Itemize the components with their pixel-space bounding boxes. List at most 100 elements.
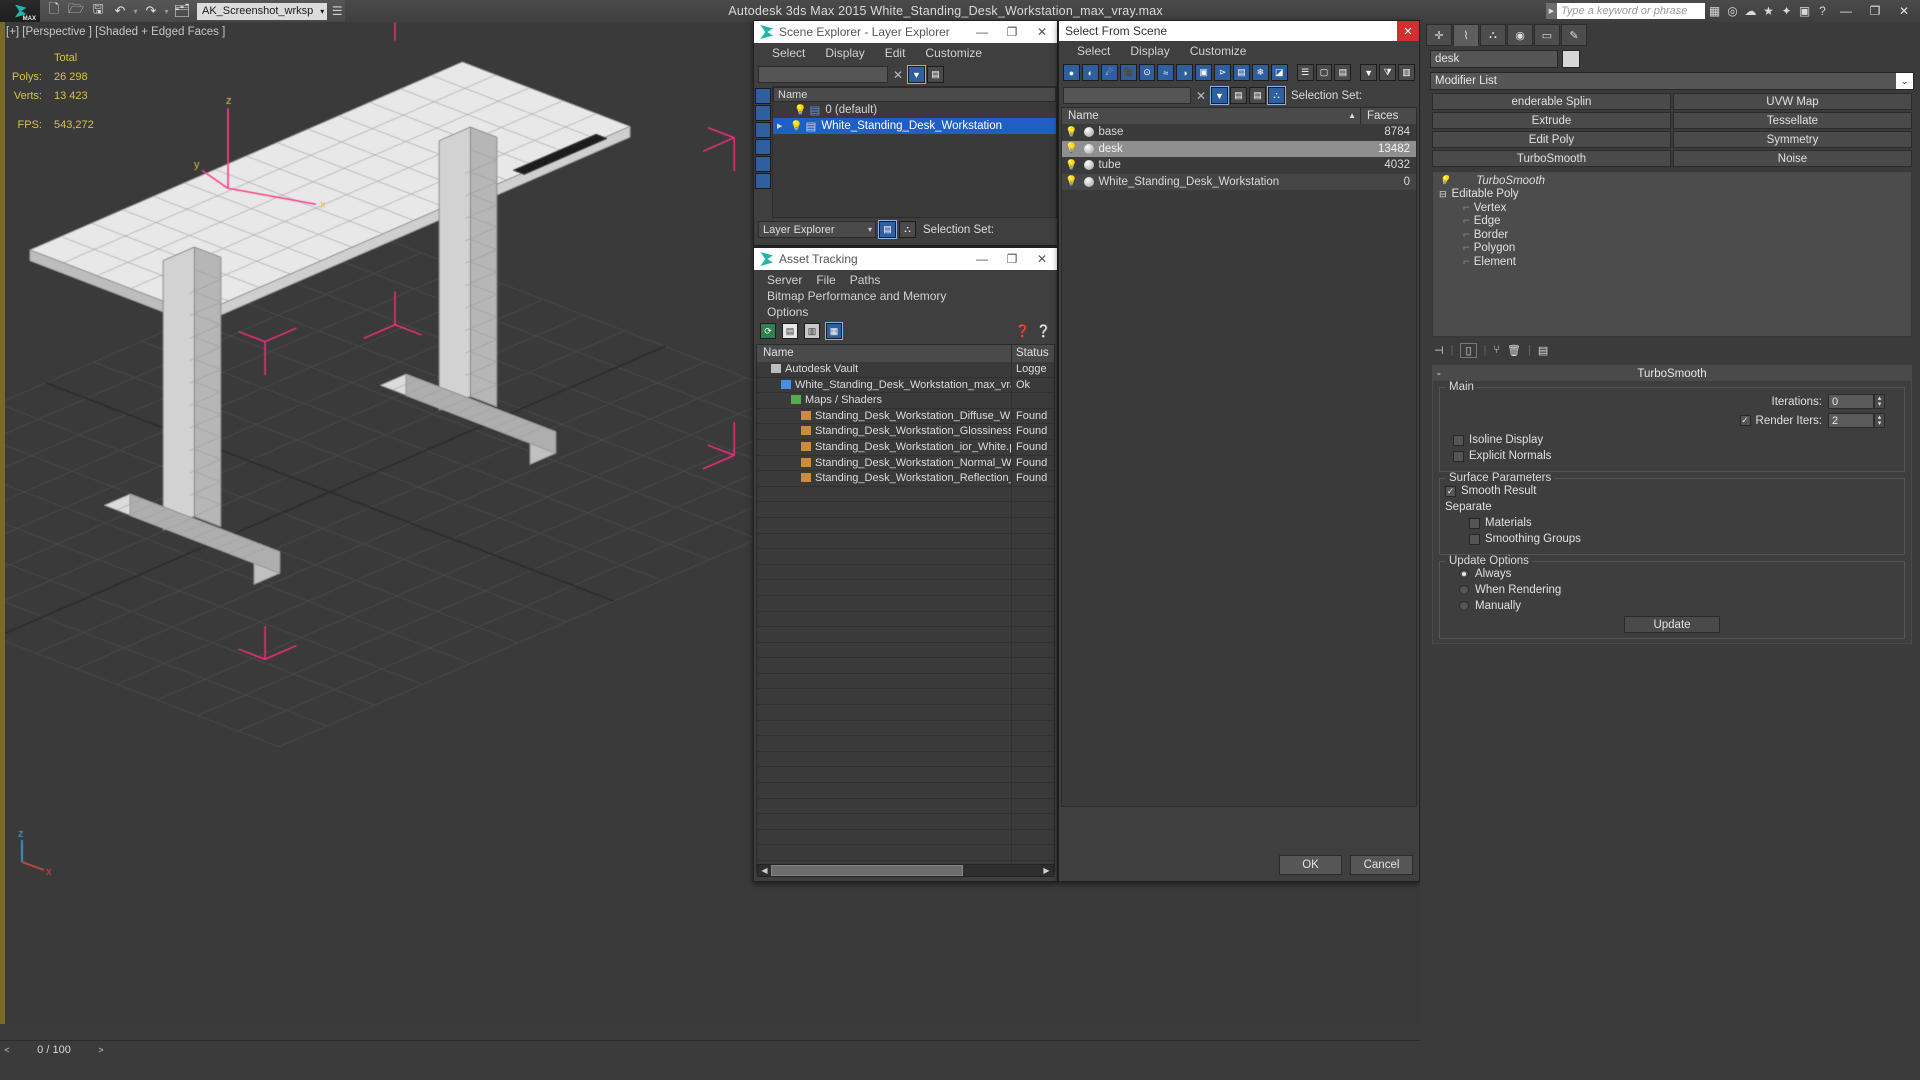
filter-toggle-icon[interactable]: ▼ bbox=[1210, 86, 1229, 105]
menu-bitmap-performance-and-memory[interactable]: Bitmap Performance and Memory bbox=[760, 288, 953, 304]
asset-table-horizontal-scrollbar[interactable]: ◀ ▶ bbox=[757, 864, 1054, 877]
display-groups-icon[interactable]: ◑ bbox=[1176, 64, 1194, 81]
scene-explorer-layer-list[interactable]: Name 💡 ▤ 0 (default) ▶ 💡 ▤ White_Standin… bbox=[772, 86, 1057, 218]
clear-search-icon[interactable]: ✕ bbox=[890, 68, 906, 82]
display-tab[interactable]: ▭ bbox=[1534, 24, 1560, 46]
asset-row-empty[interactable] bbox=[757, 845, 1054, 861]
close-button[interactable]: ✕ bbox=[1890, 0, 1918, 22]
turbosmooth-rollup-header[interactable]: - TurboSmooth bbox=[1433, 366, 1911, 381]
modifier-stack-entry[interactable]: ⊟ Editable Poly bbox=[1433, 188, 1911, 202]
asset-tracking-table[interactable]: Name Status Autodesk Vault Logge White_Sta… bbox=[756, 344, 1055, 873]
expand-all-icon[interactable]: ☰ bbox=[1296, 64, 1314, 81]
minimize-button[interactable]: — bbox=[967, 21, 997, 43]
modifier-stack-entry[interactable]: ⌐ Element bbox=[1433, 255, 1911, 269]
column-faces[interactable]: Faces bbox=[1361, 108, 1416, 124]
select-from-scene-title-bar[interactable]: Select From Scene ✕ bbox=[1059, 21, 1419, 41]
display-frozen-icon[interactable]: ❄ bbox=[1251, 64, 1269, 81]
asset-row-empty[interactable] bbox=[757, 736, 1054, 752]
explicit-normals-checkbox[interactable] bbox=[1453, 450, 1464, 462]
help-minus-icon[interactable]: ❔ bbox=[1036, 324, 1051, 338]
asset-row-empty[interactable] bbox=[757, 829, 1054, 846]
pin-stack-icon[interactable]: ⊣ bbox=[1434, 344, 1444, 357]
scene-explorer-search-input[interactable] bbox=[758, 66, 888, 83]
collapse-all-icon[interactable]: ▢ bbox=[1315, 64, 1333, 81]
utilities-tab[interactable]: ✎ bbox=[1561, 24, 1587, 46]
layer-row-selected[interactable]: ▶ 💡 ▤ White_Standing_Desk_Workstation bbox=[773, 118, 1056, 134]
motion-tab[interactable]: ◉ bbox=[1507, 24, 1533, 46]
update-option-manually[interactable]: Manually bbox=[1445, 600, 1899, 612]
viewport-label[interactable]: [+] [Perspective ] [Shaded + Edged Faces… bbox=[6, 26, 225, 38]
show-end-result-icon[interactable]: ▯ bbox=[1460, 342, 1477, 358]
explicit-normals-row[interactable]: Explicit Normals bbox=[1445, 450, 1899, 462]
restore-button[interactable]: ❐ bbox=[1861, 0, 1889, 22]
scene-explorer-window[interactable]: Scene Explorer - Layer Explorer — ❐ ✕ Se… bbox=[753, 20, 1058, 246]
modifier-button[interactable]: Edit Poly bbox=[1432, 131, 1671, 148]
modifier-stack-entry[interactable]: ⌐ Border bbox=[1433, 228, 1911, 242]
asset-row-empty[interactable] bbox=[757, 564, 1054, 581]
maximize-button[interactable]: ❐ bbox=[997, 248, 1027, 270]
iterations-spinner[interactable]: ▴ ▾ bbox=[1874, 394, 1885, 409]
select-from-scene-dialog[interactable]: Select From Scene ✕ Select Display Custo… bbox=[1058, 20, 1420, 882]
object-name-input[interactable]: desk bbox=[1430, 50, 1558, 68]
asset-row-empty[interactable] bbox=[757, 580, 1054, 596]
scroll-left-arrow-icon[interactable]: ◀ bbox=[758, 866, 771, 875]
filter-lights-icon[interactable] bbox=[755, 122, 771, 138]
light-bulb-icon[interactable]: 💡 bbox=[1065, 127, 1077, 138]
layer-explorer-toggle-icon[interactable]: ▤ bbox=[878, 220, 897, 239]
display-cameras-icon[interactable]: 🎥 bbox=[1119, 64, 1137, 81]
display-containers-icon[interactable]: ▤ bbox=[1233, 64, 1250, 81]
modifier-enable-icon[interactable]: 💡 bbox=[1439, 175, 1450, 186]
sort-ascending-icon[interactable]: ▲ bbox=[1348, 108, 1356, 124]
scene-explorer-title-bar[interactable]: Scene Explorer - Layer Explorer — ❐ ✕ bbox=[754, 21, 1057, 43]
ok-button[interactable]: OK bbox=[1279, 855, 1342, 875]
smoothing-groups-checkbox[interactable] bbox=[1469, 533, 1480, 545]
track-bar[interactable] bbox=[0, 1024, 1420, 1040]
asset-tracking-window[interactable]: Asset Tracking — ❐ ✕ Server File Paths B… bbox=[753, 247, 1058, 882]
workspaces-icon[interactable]: ▦ bbox=[1706, 2, 1723, 20]
minimize-button[interactable]: — bbox=[967, 248, 997, 270]
minimize-button[interactable]: — bbox=[1832, 0, 1860, 22]
menu-select[interactable]: Select bbox=[762, 46, 815, 60]
layers-icon[interactable]: ▤ bbox=[1230, 87, 1247, 104]
modifier-button[interactable]: enderable Splin bbox=[1432, 93, 1671, 110]
modifier-button[interactable]: Noise bbox=[1673, 150, 1912, 167]
set-project-folder-icon[interactable]: 🗂 bbox=[172, 1, 192, 21]
column-name[interactable]: Name bbox=[757, 345, 1012, 362]
expand-arrow-icon[interactable]: ▶ bbox=[777, 122, 787, 130]
column-name[interactable]: Name ▲ bbox=[1062, 108, 1361, 124]
asset-row[interactable]: White_Standing_Desk_Workstation_max_vray… bbox=[757, 377, 1054, 394]
autodesk-360-icon[interactable]: ◎ bbox=[1724, 2, 1741, 20]
light-bulb-icon[interactable]: 💡 bbox=[794, 105, 806, 116]
smooth-result-row[interactable]: ✓ Smooth Result bbox=[1445, 485, 1899, 497]
display-shapes-icon[interactable]: ◐ bbox=[1081, 64, 1099, 81]
menu-display[interactable]: Display bbox=[1120, 44, 1179, 58]
close-button[interactable]: ✕ bbox=[1397, 21, 1419, 41]
display-lights-icon[interactable]: ☄ bbox=[1100, 64, 1118, 81]
asset-row-empty[interactable] bbox=[757, 502, 1054, 518]
modifier-button[interactable]: UVW Map bbox=[1673, 93, 1912, 110]
communication-center-icon[interactable]: ▣ bbox=[1796, 2, 1813, 20]
always-radio[interactable] bbox=[1459, 569, 1469, 579]
list-view-icon[interactable]: ▤ bbox=[782, 323, 798, 339]
layer-stack-icon[interactable]: ▤ bbox=[1249, 87, 1266, 104]
remove-modifier-icon[interactable]: 🗑 bbox=[1507, 344, 1521, 357]
light-bulb-icon[interactable]: 💡 bbox=[1065, 160, 1077, 171]
modifier-list-dropdown[interactable]: Modifier List ⌄ bbox=[1430, 72, 1914, 90]
update-button[interactable]: Update bbox=[1624, 616, 1720, 633]
menu-server[interactable]: Server bbox=[760, 272, 809, 288]
menu-edit[interactable]: Edit bbox=[875, 46, 916, 60]
asset-row-empty[interactable] bbox=[757, 673, 1054, 690]
scrollbar-thumb[interactable] bbox=[771, 865, 963, 876]
exchange-app-store-icon[interactable]: ✦ bbox=[1778, 2, 1795, 20]
asset-row-empty[interactable] bbox=[757, 595, 1054, 612]
filter-shapes-icon[interactable] bbox=[755, 105, 771, 121]
explorer-mode-combo[interactable]: Layer Explorer bbox=[758, 221, 876, 238]
asset-row[interactable]: Maps / Shaders bbox=[757, 393, 1054, 409]
workspace-selector[interactable]: AK_Screenshot_wrksp bbox=[197, 2, 328, 20]
3dsmax-logo-icon[interactable]: MAX bbox=[0, 0, 40, 22]
asset-tracking-title-bar[interactable]: Asset Tracking — ❐ ✕ bbox=[754, 248, 1057, 270]
details-view-icon[interactable]: ▥ bbox=[804, 323, 820, 339]
filter-spacewarps-icon[interactable] bbox=[755, 173, 771, 189]
layer-list-column-name[interactable]: Name bbox=[773, 87, 1056, 102]
selection-set-icon[interactable]: ⛬ bbox=[899, 221, 916, 238]
